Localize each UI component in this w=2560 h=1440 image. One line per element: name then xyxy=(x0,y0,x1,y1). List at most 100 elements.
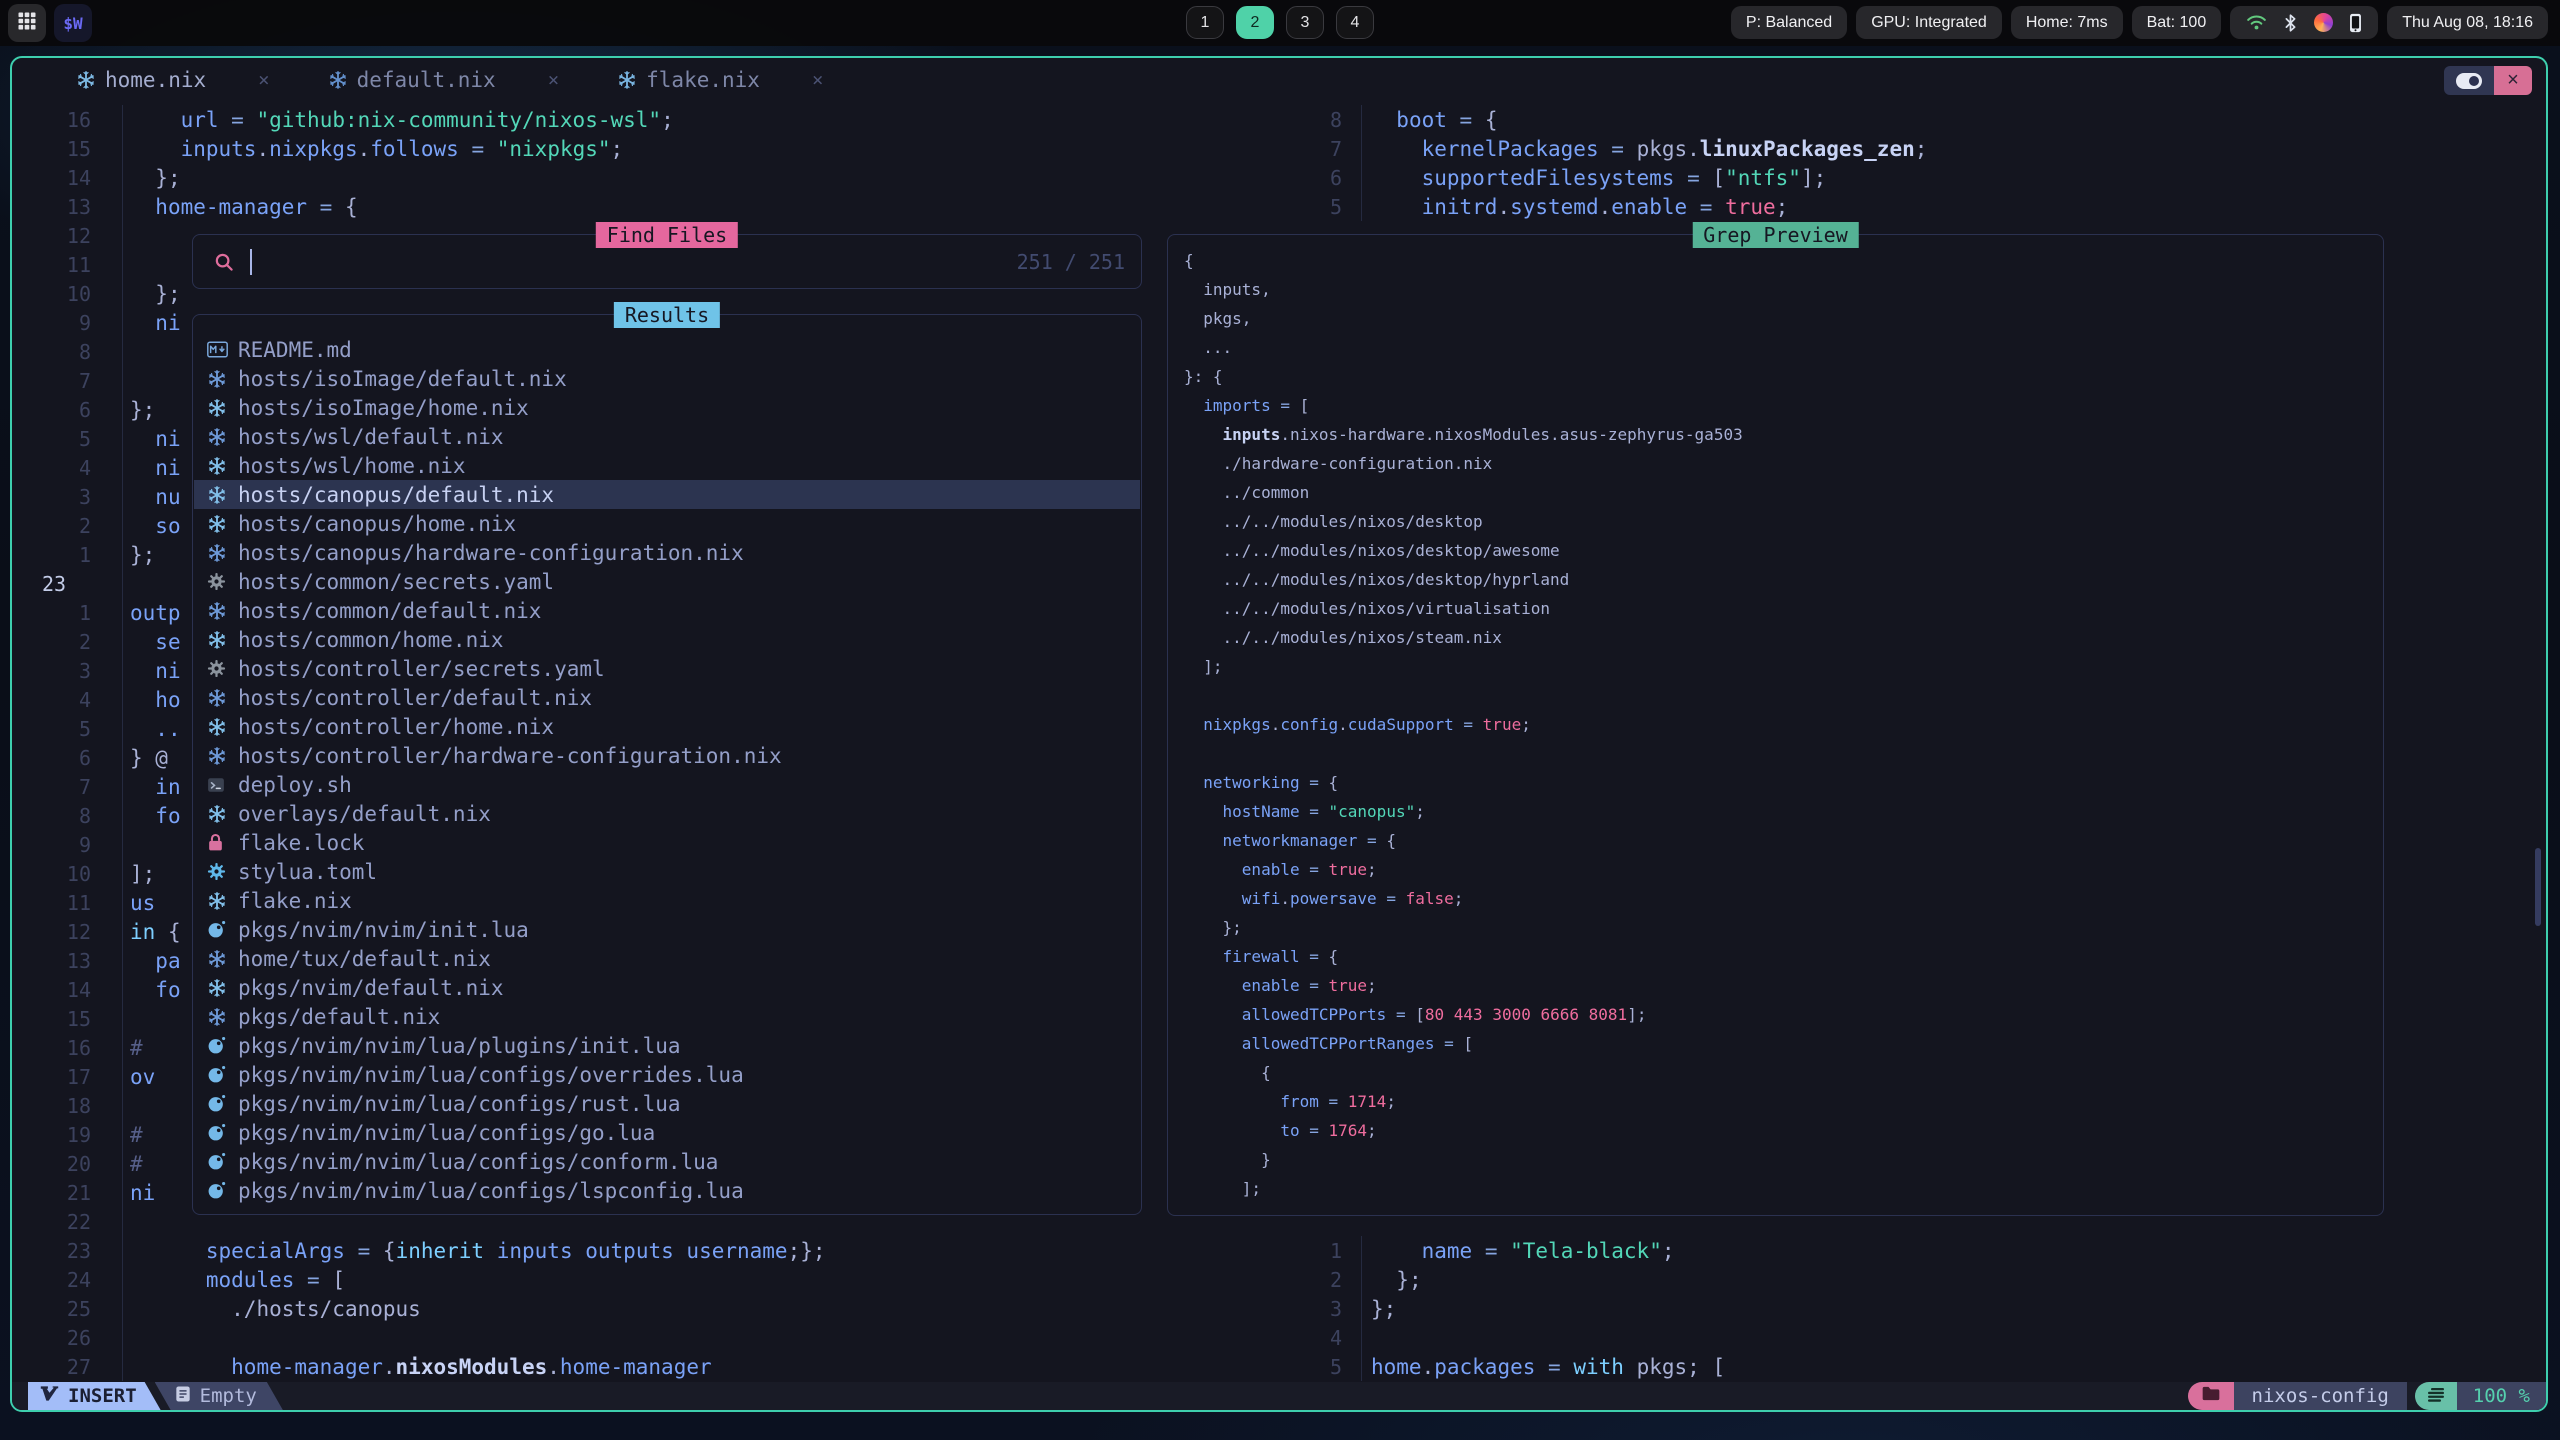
preview-line: }; xyxy=(1184,913,2375,942)
preview-line: } xyxy=(1184,1145,2375,1174)
result-item[interactable]: hosts/isoImage/default.nix xyxy=(194,364,1140,393)
app-launcher-button[interactable] xyxy=(8,4,46,42)
workspace-3[interactable]: 3 xyxy=(1286,6,1324,39)
result-path: pkgs/nvim/nvim/lua/plugins/init.lua xyxy=(238,1034,681,1058)
result-item[interactable]: pkgs/nvim/nvim/lua/configs/go.lua xyxy=(194,1118,1140,1147)
line-number: 9 xyxy=(42,833,91,857)
scrollbar-thumb[interactable] xyxy=(2535,848,2541,926)
toggle-button[interactable] xyxy=(2444,66,2494,95)
result-item[interactable]: pkgs/default.nix xyxy=(194,1002,1140,1031)
line-number: 8 xyxy=(1322,108,1342,132)
preview-line xyxy=(1184,739,2375,768)
status-pill[interactable]: P: Balanced xyxy=(1731,6,1847,39)
gear-file-icon xyxy=(207,659,238,678)
tab-default.nix[interactable]: default.nix × xyxy=(328,68,560,92)
line-number: 3 xyxy=(42,659,91,683)
tab-close-icon[interactable]: × xyxy=(258,69,269,91)
result-item[interactable]: hosts/canopus/hardware-configuration.nix xyxy=(194,538,1140,567)
line-number: 1 xyxy=(1322,1239,1342,1263)
result-item[interactable]: overlays/default.nix xyxy=(194,799,1140,828)
preview-line: allowedTCPPorts = [80 443 3000 6666 8081… xyxy=(1184,1000,2375,1029)
nix-file-icon xyxy=(207,804,238,824)
line-number: 15 xyxy=(42,137,91,161)
code-line: 26 xyxy=(42,1323,826,1352)
result-item[interactable]: pkgs/nvim/nvim/lua/configs/conform.lua xyxy=(194,1147,1140,1176)
right-editor-pane-top[interactable]: 8 boot = {7 kernelPackages = pkgs.linuxP… xyxy=(1322,105,1927,221)
result-path: hosts/canopus/hardware-configuration.nix xyxy=(238,541,744,565)
result-item[interactable]: hosts/controller/secrets.yaml xyxy=(194,654,1140,683)
tab-close-icon[interactable]: × xyxy=(812,69,823,91)
result-item[interactable]: hosts/wsl/home.nix xyxy=(194,451,1140,480)
result-item[interactable]: hosts/isoImage/home.nix xyxy=(194,393,1140,422)
result-item[interactable]: home/tux/default.nix xyxy=(194,944,1140,973)
preview-line: ../../modules/nixos/desktop xyxy=(1184,507,2375,536)
result-item[interactable]: hosts/canopus/home.nix xyxy=(194,509,1140,538)
workspace-switcher-button[interactable]: $W xyxy=(54,4,92,42)
workspace-2[interactable]: 2 xyxy=(1236,6,1274,39)
tab-label: default.nix xyxy=(357,68,496,92)
position-pill xyxy=(2415,1382,2457,1410)
result-item[interactable]: hosts/common/home.nix xyxy=(194,625,1140,654)
result-path: hosts/common/home.nix xyxy=(238,628,504,652)
result-item[interactable]: hosts/controller/hardware-configuration.… xyxy=(194,741,1140,770)
lua-file-icon xyxy=(207,1094,238,1113)
result-item[interactable]: flake.lock xyxy=(194,828,1140,857)
nix-file-icon xyxy=(207,369,238,389)
result-path: pkgs/nvim/nvim/lua/configs/lspconfig.lua xyxy=(238,1179,744,1203)
system-tray[interactable] xyxy=(2230,6,2378,39)
result-item[interactable]: hosts/common/secrets.yaml xyxy=(194,567,1140,596)
workspace-4[interactable]: 4 xyxy=(1336,6,1374,39)
line-number: 16 xyxy=(42,108,91,132)
line-number: 7 xyxy=(42,369,91,393)
preview-line: ../common xyxy=(1184,478,2375,507)
result-item[interactable]: README.md xyxy=(194,335,1140,364)
nix-file-icon xyxy=(207,978,238,998)
workspace-1[interactable]: 1 xyxy=(1186,6,1224,39)
result-item[interactable]: hosts/controller/home.nix xyxy=(194,712,1140,741)
document-icon xyxy=(175,1385,191,1408)
project-name: nixos-config xyxy=(2234,1382,2407,1410)
preview-line: networking = { xyxy=(1184,768,2375,797)
statusline-right: nixos-config 100 % xyxy=(2188,1382,2546,1410)
close-window-button[interactable]: × xyxy=(2494,66,2532,95)
result-path: hosts/canopus/home.nix xyxy=(238,512,516,536)
preview-line: }: { xyxy=(1184,362,2375,391)
line-number: 4 xyxy=(1322,1326,1342,1350)
result-item[interactable]: flake.nix xyxy=(194,886,1140,915)
tab-home.nix[interactable]: home.nix× xyxy=(76,68,270,92)
line-number: 11 xyxy=(42,253,91,277)
result-item[interactable]: pkgs/nvim/default.nix xyxy=(194,973,1140,1002)
line-number: 7 xyxy=(42,775,91,799)
top-status-bar: $W 1234 P: Balanced GPU: Integrated Home: … xyxy=(0,0,2560,46)
markdown-file-icon xyxy=(207,341,238,358)
code-line: 23 specialArgs = {inherit inputs outputs… xyxy=(42,1236,826,1265)
tab-flake.nix[interactable]: flake.nix× xyxy=(617,68,823,92)
result-item[interactable]: hosts/canopus/default.nix xyxy=(194,480,1140,509)
line-number: 9 xyxy=(42,311,91,335)
status-pill[interactable]: Bat: 100 xyxy=(2132,6,2222,39)
result-item[interactable]: hosts/common/default.nix xyxy=(194,596,1140,625)
result-item[interactable]: pkgs/nvim/nvim/lua/configs/lspconfig.lua xyxy=(194,1176,1140,1205)
right-editor-pane-bottom[interactable]: 1 name = "Tela-black";2 };3};45home.pack… xyxy=(1322,1236,1725,1381)
result-item[interactable]: pkgs/nvim/nvim/lua/plugins/init.lua xyxy=(194,1031,1140,1060)
tab-close-icon[interactable]: × xyxy=(548,69,559,91)
result-item[interactable]: stylua.toml xyxy=(194,857,1140,886)
status-pill[interactable]: Home: 7ms xyxy=(2011,6,2123,39)
result-item[interactable]: hosts/controller/default.nix xyxy=(194,683,1140,712)
nix-file-icon xyxy=(207,1007,238,1027)
code-line: 25 ./hosts/canopus xyxy=(42,1294,826,1323)
result-item[interactable]: hosts/wsl/default.nix xyxy=(194,422,1140,451)
line-number: 17 xyxy=(42,1065,91,1089)
clock-pill[interactable]: Thu Aug 08, 18:16 xyxy=(2387,6,2548,39)
nix-file-icon xyxy=(207,427,238,447)
result-item[interactable]: pkgs/nvim/nvim/lua/configs/rust.lua xyxy=(194,1089,1140,1118)
nix-file-icon xyxy=(207,717,238,737)
preview-line: networkmanager = { xyxy=(1184,826,2375,855)
result-item[interactable]: pkgs/nvim/nvim/lua/configs/overrides.lua xyxy=(194,1060,1140,1089)
line-number: 11 xyxy=(42,891,91,915)
result-path: pkgs/nvim/default.nix xyxy=(238,976,504,1000)
result-item[interactable]: pkgs/nvim/nvim/init.lua xyxy=(194,915,1140,944)
preview-line: to = 1764; xyxy=(1184,1116,2375,1145)
status-pill[interactable]: GPU: Integrated xyxy=(1856,6,2002,39)
result-item[interactable]: deploy.sh xyxy=(194,770,1140,799)
